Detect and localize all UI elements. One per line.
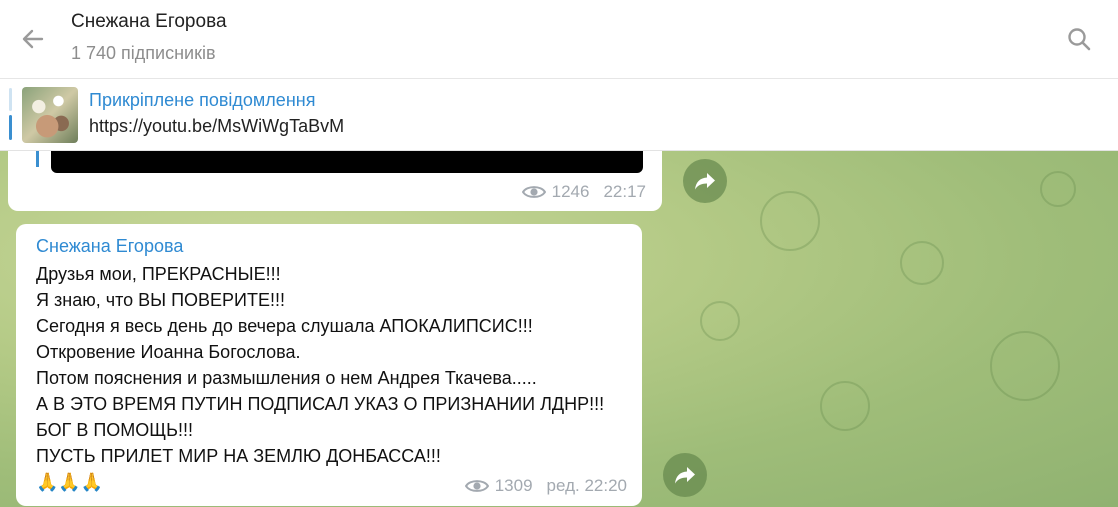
message-meta: 1246 22:17 <box>521 182 646 202</box>
subscriber-count: 1 740 підписників <box>71 43 216 63</box>
background-doodle <box>760 191 820 251</box>
chat-area[interactable]: 1246 22:17 Снежана Егорова Друзья мои, П… <box>0 151 1118 507</box>
share-arrow-icon <box>675 467 695 484</box>
pinned-indicator <box>9 88 12 140</box>
share-arrow-icon <box>695 173 715 190</box>
message-line: Я знаю, что ВЫ ПОВЕРИТЕ!!! <box>36 290 285 310</box>
background-doodle <box>820 381 870 431</box>
message-bubble[interactable]: Снежана Егорова Друзья мои, ПРЕКРАСНЫЕ!!… <box>16 224 642 506</box>
background-doodle <box>900 241 944 285</box>
message-line: Откровение Иоанна Богослова. <box>36 342 301 362</box>
message-time: ред. 22:20 <box>546 476 627 495</box>
message-bubble[interactable]: 1246 22:17 <box>8 151 662 211</box>
arrow-left-icon <box>22 29 44 49</box>
background-doodle <box>990 331 1060 401</box>
message-line: А В ЭТО ВРЕМЯ ПУТИН ПОДПИСАЛ УКАЗ О ПРИЗ… <box>36 394 605 414</box>
quote-bar <box>36 151 39 167</box>
pinned-thumbnail <box>22 87 78 143</box>
sender-name[interactable]: Снежана Егорова <box>36 236 183 257</box>
message-time: 22:17 <box>603 182 646 201</box>
message-meta: 1309 ред. 22:20 <box>464 476 627 496</box>
view-count: 1309 <box>494 476 533 495</box>
message-line: Потом пояснения и размышления о нем Андр… <box>36 368 537 388</box>
view-count: 1246 <box>551 182 590 201</box>
share-button[interactable] <box>663 453 707 497</box>
media-preview[interactable] <box>51 151 643 173</box>
pinned-indicator-active-segment <box>9 115 12 140</box>
message-line: Сегодня я весь день до вечера слушала АП… <box>36 316 533 336</box>
background-doodle <box>700 301 740 341</box>
message-text: Друзья мои, ПРЕКРАСНЫЕ!!! Я знаю, что ВЫ… <box>36 261 636 495</box>
background-doodle <box>1040 171 1076 207</box>
chat-header: Снежана Егорова 1 740 підписників <box>0 0 1118 79</box>
message-line: БОГ В ПОМОЩЬ!!! <box>36 420 193 440</box>
share-button[interactable] <box>683 159 727 203</box>
pinned-text: https://youtu.be/MsWiWgTaBvM <box>89 116 345 136</box>
search-button[interactable] <box>1062 22 1096 56</box>
eye-icon <box>521 186 546 198</box>
search-icon <box>1068 28 1091 51</box>
back-button[interactable] <box>16 22 50 56</box>
pinned-label: Прикріплене повідомлення <box>89 90 316 110</box>
pinned-indicator-segment <box>9 88 12 111</box>
message-line: Друзья мои, ПРЕКРАСНЫЕ!!! <box>36 264 281 284</box>
eye-icon <box>464 480 489 492</box>
pinned-message-bar[interactable]: Прикріплене повідомлення https://youtu.b… <box>0 79 1118 151</box>
channel-title[interactable]: Снежана Егорова <box>71 11 227 33</box>
message-line: ПУСТЬ ПРИЛЕТ МИР НА ЗЕМЛЮ ДОНБАССА!!! <box>36 446 441 466</box>
